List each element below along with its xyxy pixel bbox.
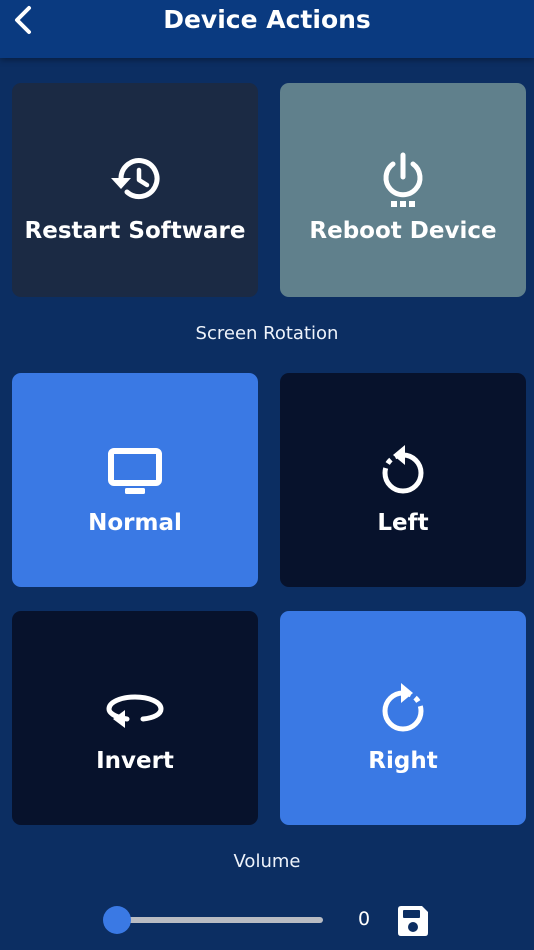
volume-slider-thumb[interactable]: [103, 906, 131, 934]
app-header: Device Actions: [0, 0, 534, 58]
volume-slider-track[interactable]: [117, 917, 323, 923]
restart-software-button[interactable]: Restart Software: [12, 83, 258, 297]
rotation-normal-button[interactable]: Normal: [12, 373, 258, 587]
monitor-icon: [103, 440, 167, 504]
rotate-right-icon: [371, 678, 435, 742]
reboot-device-button[interactable]: Reboot Device: [280, 83, 526, 297]
save-icon: [398, 906, 428, 936]
rotate-invert-icon: [103, 678, 167, 742]
rotate-left-icon: [371, 440, 435, 504]
screen-rotation-heading: Screen Rotation: [195, 323, 339, 344]
rotation-invert-label: Invert: [96, 748, 174, 774]
page-title: Device Actions: [163, 5, 371, 34]
rotation-right-button[interactable]: Right: [280, 611, 526, 825]
rotation-normal-label: Normal: [88, 510, 182, 536]
rotation-invert-button[interactable]: Invert: [12, 611, 258, 825]
rotation-left-button[interactable]: Left: [280, 373, 526, 587]
restart-software-label: Restart Software: [24, 218, 246, 244]
volume-value: 0: [357, 908, 371, 930]
volume-heading: Volume: [233, 851, 301, 872]
save-volume-button[interactable]: [396, 904, 430, 938]
rotation-left-label: Left: [377, 510, 429, 536]
power-icon: [371, 148, 435, 212]
rotation-right-label: Right: [368, 748, 438, 774]
reboot-device-label: Reboot Device: [309, 218, 497, 244]
history-icon: [103, 148, 167, 212]
